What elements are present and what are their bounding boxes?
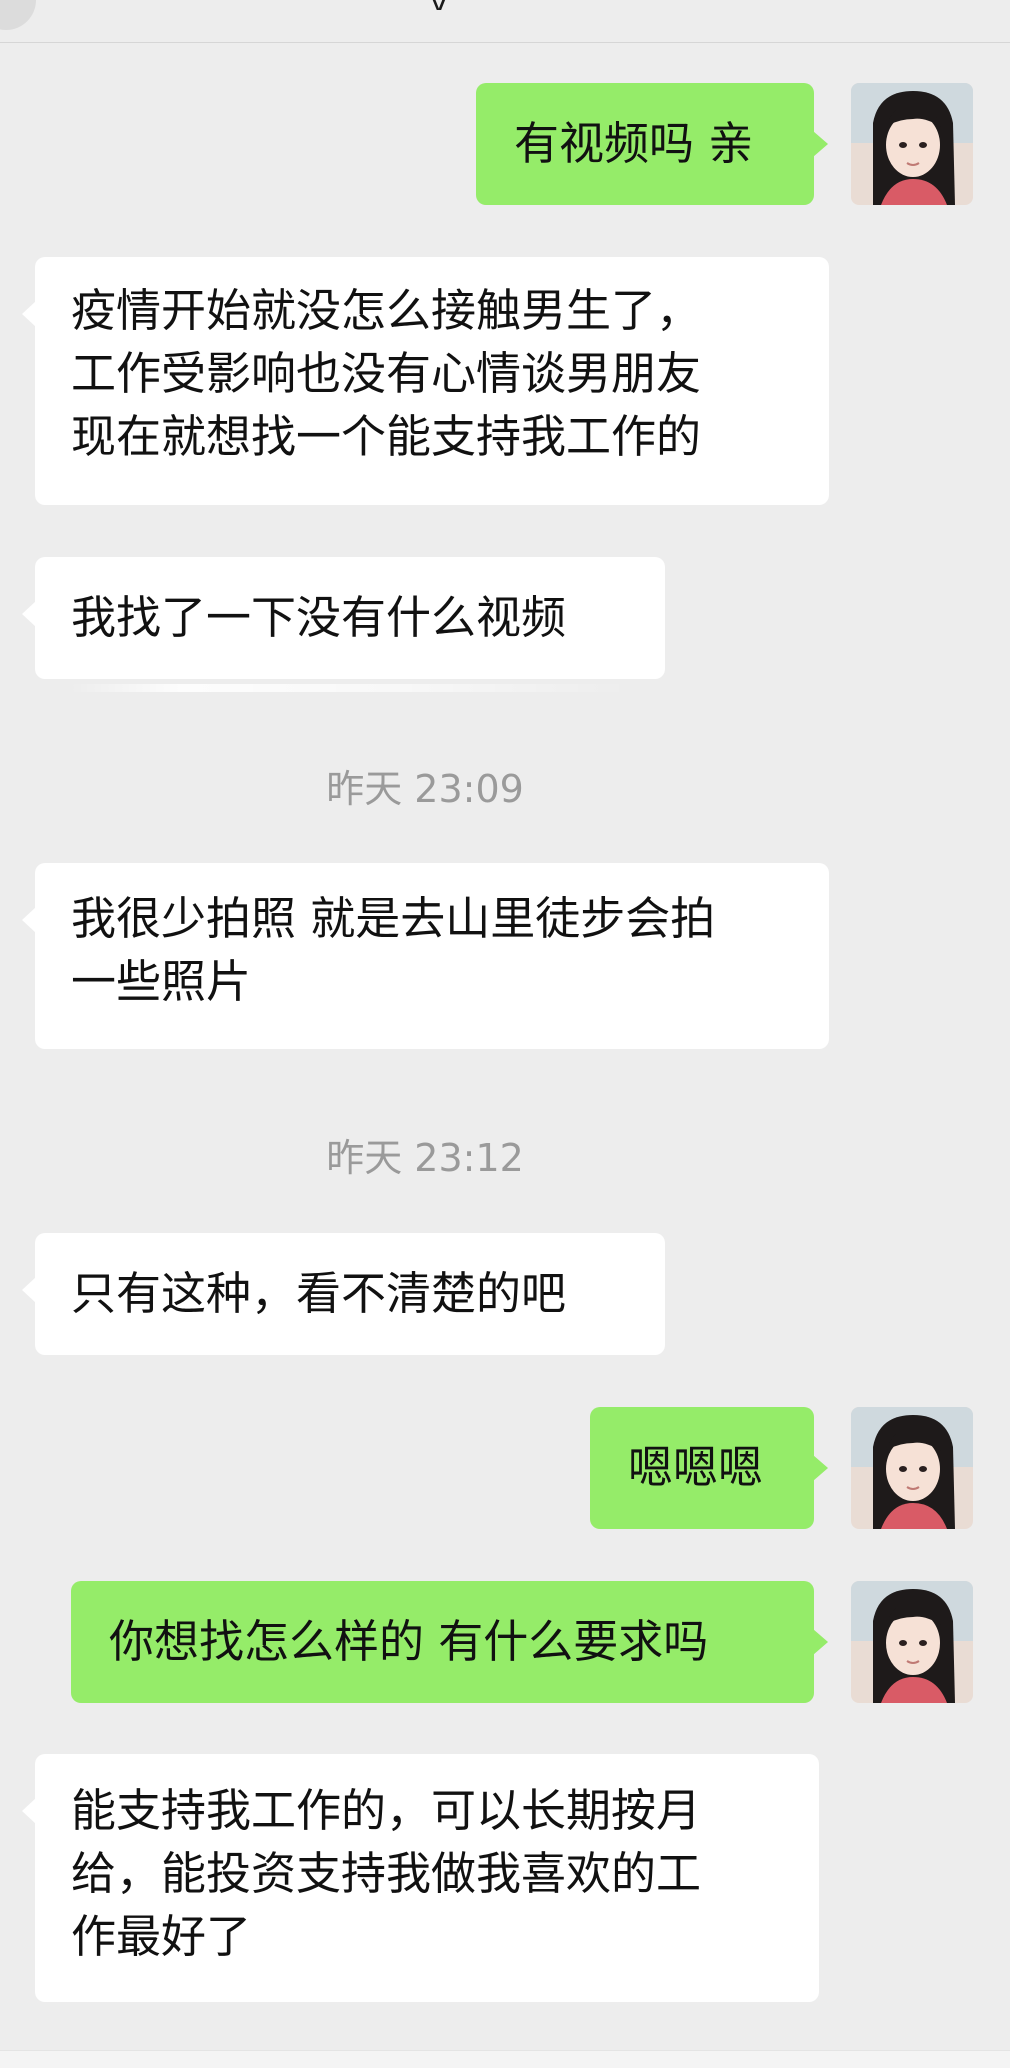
user-avatar-image: [851, 1581, 973, 1703]
message-bubble-received[interactable]: 只有这种，看不清楚的吧: [22, 1233, 665, 1355]
avatar[interactable]: [851, 1407, 973, 1529]
timestamp: 昨天 23:09: [326, 767, 524, 811]
input-bar-edge: [0, 2050, 1010, 2068]
message-bubble-sent[interactable]: 有视频吗 亲: [476, 83, 828, 205]
timestamp: 昨天 23:12: [326, 1136, 524, 1180]
blurred-overlay: [70, 684, 630, 692]
avatar[interactable]: [851, 83, 973, 205]
chat-title: y: [430, 0, 470, 10]
back-button[interactable]: [0, 0, 36, 30]
message-bubble-sent[interactable]: 嗯嗯嗯: [590, 1407, 828, 1529]
message-bubble-sent[interactable]: 你想找怎么样的 有什么要求吗: [71, 1581, 828, 1703]
user-avatar-image: [851, 83, 973, 205]
message-bubble-received[interactable]: 疫情开始就没怎么接触男生了， 工作受影响也没有心情谈男朋友 现在就想找一个能支持…: [22, 257, 829, 505]
message-bubble-received[interactable]: 能支持我工作的，可以长期按月 给，能投资支持我做我喜欢的工 作最好了: [22, 1754, 819, 2002]
chat-header: y: [0, 0, 1010, 43]
message-bubble-received[interactable]: 我很少拍照 就是去山里徒步会拍 一些照片: [22, 863, 829, 1049]
user-avatar-image: [851, 1407, 973, 1529]
avatar[interactable]: [851, 1581, 973, 1703]
message-bubble-received[interactable]: 我找了一下没有什么视频: [22, 557, 665, 679]
